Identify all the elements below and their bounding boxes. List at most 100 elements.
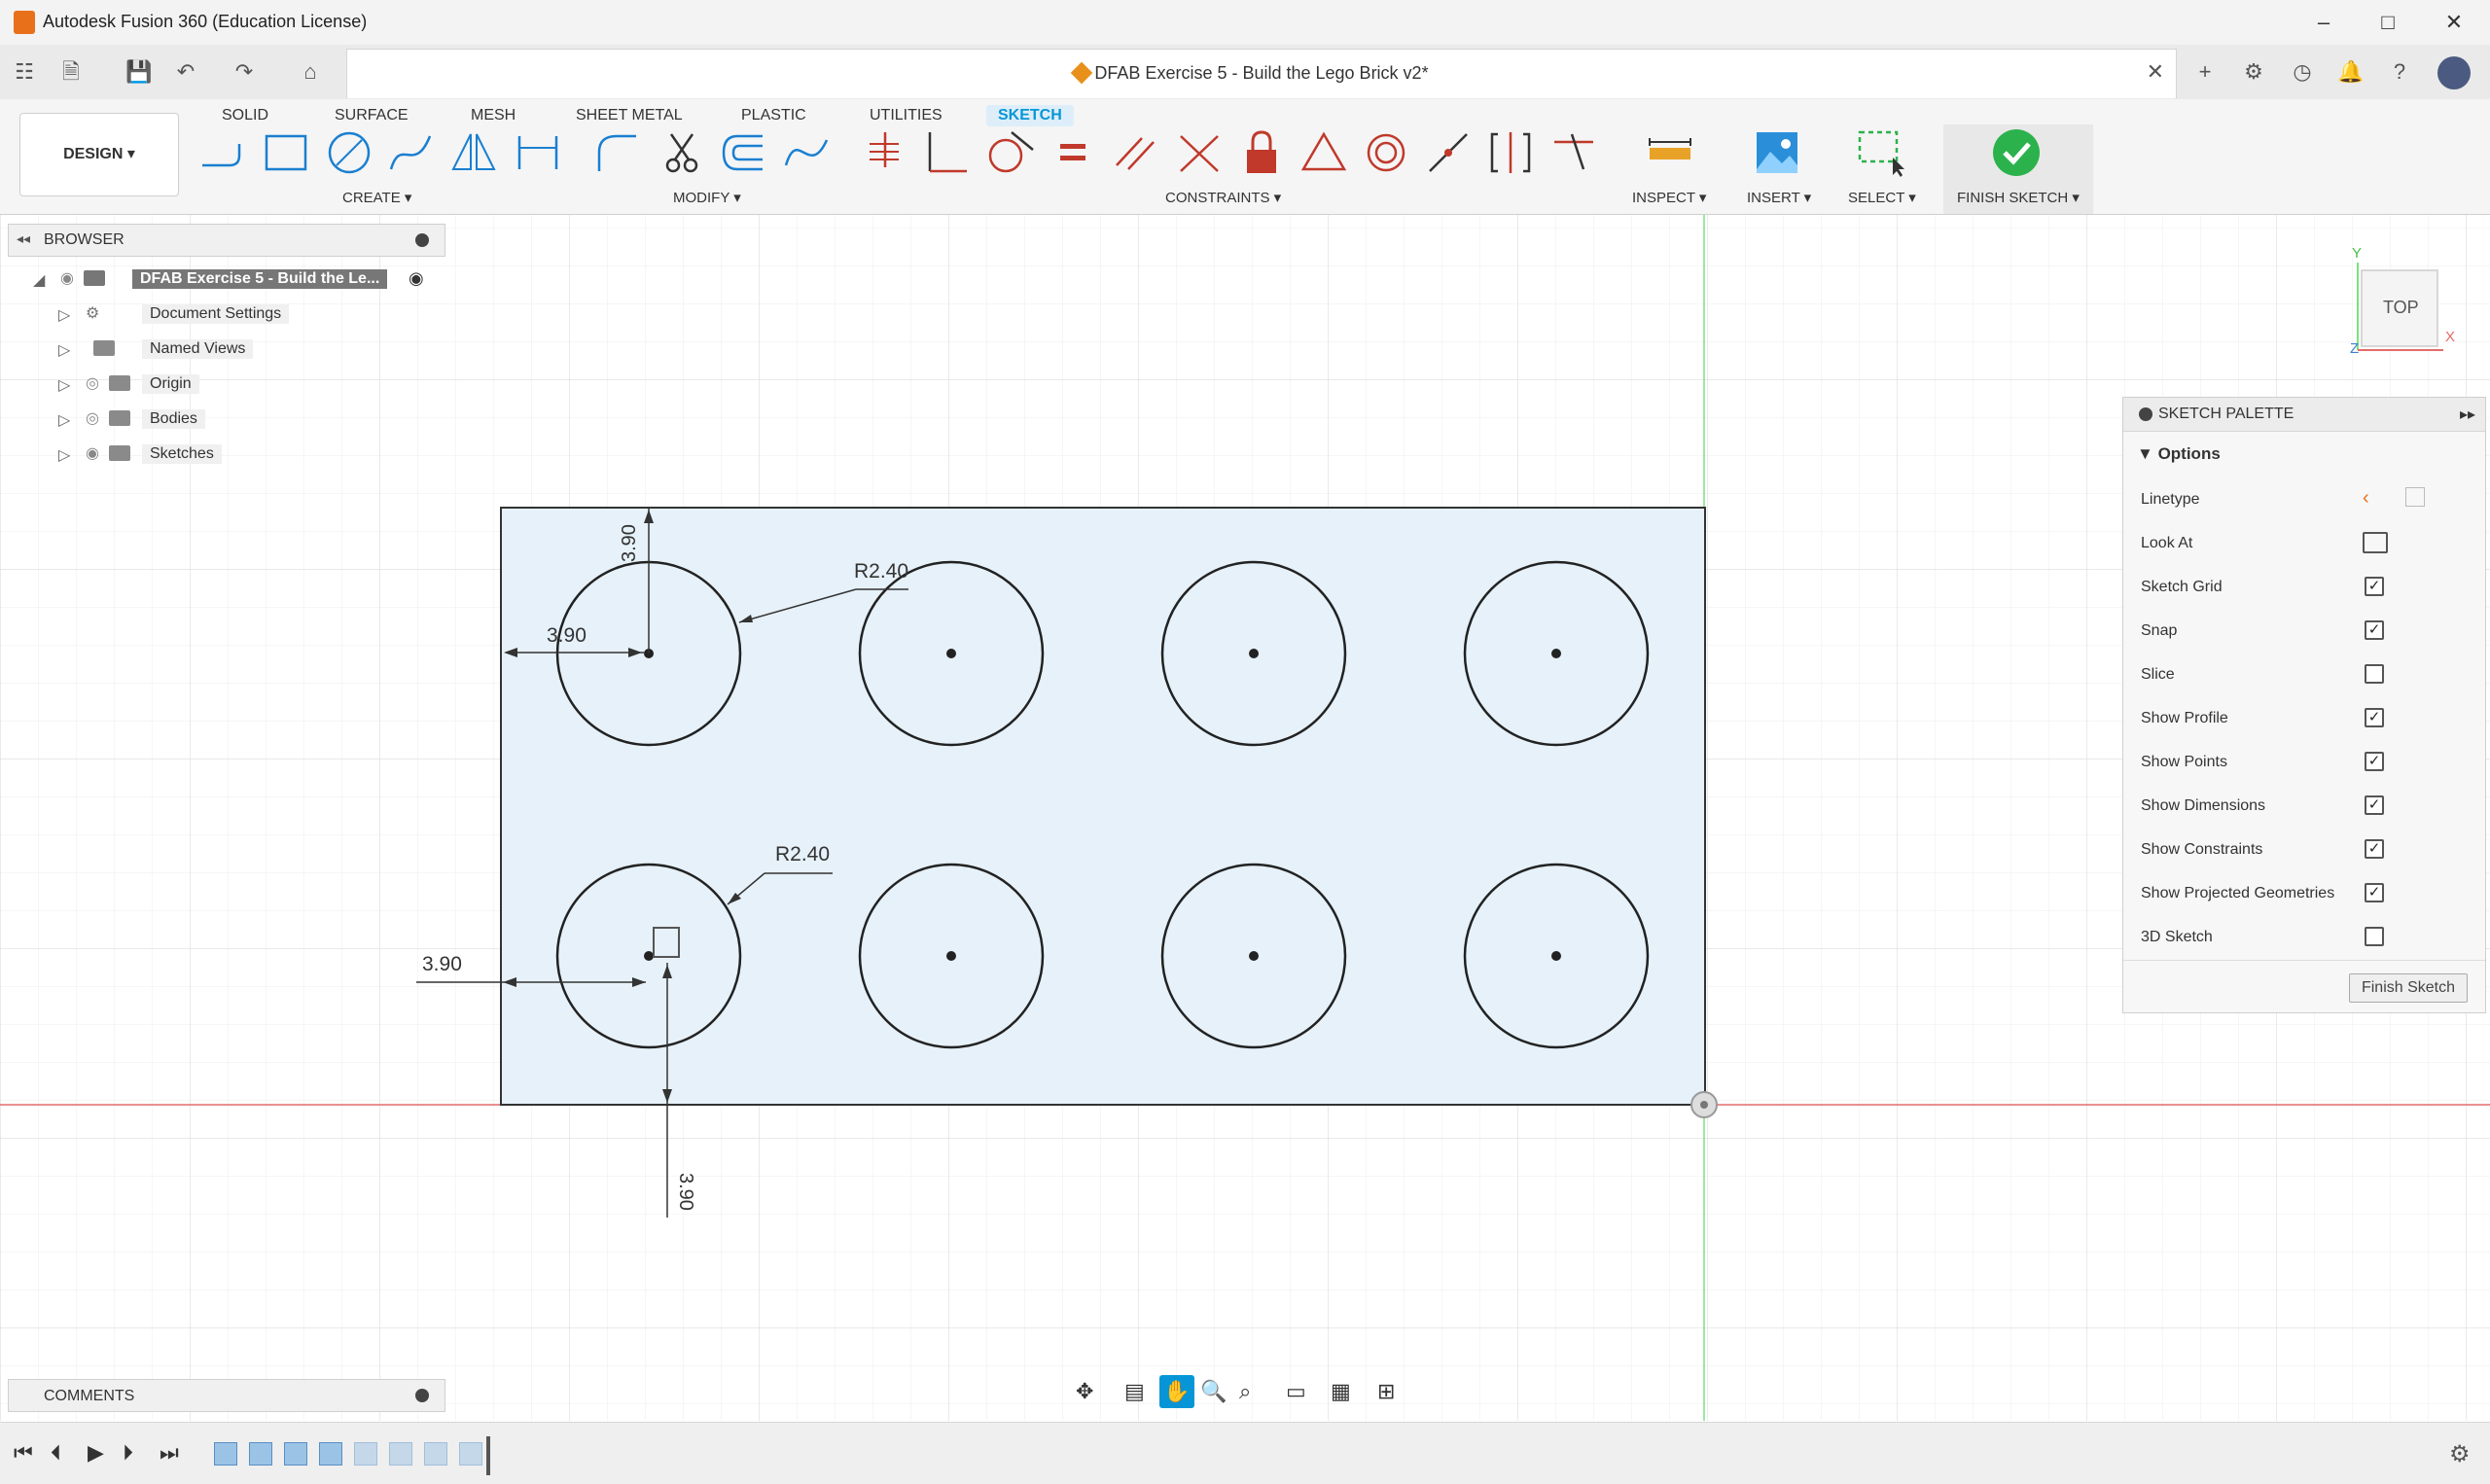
perpendicular-icon[interactable] [920, 126, 973, 179]
file-menu-icon[interactable]: 🗎 [56, 58, 86, 86]
visibility-eye-icon[interactable]: ◉ [86, 443, 99, 463]
browser-options-icon[interactable] [415, 233, 429, 247]
close-icon[interactable]: ✕ [2432, 8, 2476, 37]
insert-image-icon[interactable] [1751, 126, 1803, 179]
coincident-icon[interactable] [856, 126, 908, 179]
slice-checkbox[interactable] [2365, 664, 2384, 684]
tab-surface[interactable]: SURFACE [335, 107, 409, 124]
tab-plastic[interactable]: PLASTIC [741, 107, 806, 124]
help-icon[interactable]: ? [2385, 58, 2414, 86]
timeline-marker[interactable] [486, 1436, 490, 1475]
expand-triangle-icon[interactable]: ▷ [58, 340, 70, 360]
viewcube-top-label[interactable]: TOP [2383, 298, 2419, 318]
collapse-browser-icon[interactable]: ◂◂ [17, 230, 30, 247]
horizontal-vertical-icon[interactable] [1484, 126, 1537, 179]
dimension-tool-icon[interactable] [512, 126, 564, 179]
timeline-feature[interactable] [354, 1442, 377, 1466]
select-menu[interactable]: SELECT ▾ [1848, 189, 1916, 206]
dimension-left-offset-top[interactable]: 3.90 [547, 624, 587, 648]
move-tool-icon[interactable] [780, 126, 833, 179]
new-tab-icon[interactable]: + [2190, 58, 2220, 86]
zoom-window-icon[interactable]: ⌕ [1239, 1379, 1251, 1404]
expand-triangle-icon[interactable]: ▷ [58, 305, 70, 325]
circle-tool-icon[interactable] [323, 126, 375, 179]
zoom-icon[interactable]: 🔍 [1200, 1379, 1227, 1404]
tab-solid[interactable]: SOLID [222, 107, 268, 124]
show-points-checkbox[interactable]: ✓ [2365, 752, 2384, 771]
finish-sketch-menu[interactable]: FINISH SKETCH ▾ [1957, 189, 2080, 206]
snap-checkbox[interactable]: ✓ [2365, 620, 2384, 640]
measure-icon[interactable] [1644, 126, 1696, 179]
sketch-palette-header[interactable]: SKETCH PALETTE ▸▸ [2123, 398, 2485, 432]
insert-menu[interactable]: INSERT ▾ [1747, 189, 1811, 206]
add-comment-icon[interactable] [415, 1389, 429, 1402]
3d-sketch-checkbox[interactable] [2365, 927, 2384, 946]
redo-icon[interactable]: ↷ [230, 58, 259, 86]
show-profile-checkbox[interactable]: ✓ [2365, 708, 2384, 727]
close-tab-icon[interactable]: ✕ [2147, 59, 2164, 85]
tab-sketch[interactable]: SKETCH [986, 105, 1074, 126]
collapse-triangle-icon[interactable]: ◢ [33, 270, 45, 290]
look-at-icon[interactable] [2363, 532, 2388, 553]
visibility-eye-icon[interactable]: ◉ [60, 268, 74, 288]
create-menu[interactable]: CREATE ▾ [342, 189, 411, 206]
orbit-icon[interactable]: ✥ [1076, 1379, 1093, 1404]
show-projected-geometries-checkbox[interactable]: ✓ [2365, 883, 2384, 902]
minimize-icon[interactable]: – [2301, 8, 2346, 37]
options-section-toggle[interactable]: ▼ Options [2137, 444, 2221, 464]
display-settings-icon[interactable]: ▭ [1286, 1379, 1306, 1404]
document-tab[interactable]: DFAB Exercise 5 - Build the Lego Brick v… [346, 49, 2177, 98]
extensions-icon[interactable]: ⚙ [2239, 58, 2268, 86]
palette-options-icon[interactable] [2139, 407, 2152, 421]
concentric-icon[interactable] [1360, 126, 1412, 179]
workspace-switcher-button[interactable]: DESIGN ▾ [19, 113, 179, 196]
rectangle-tool-icon[interactable] [261, 126, 313, 179]
fix-lock-icon[interactable] [1235, 126, 1288, 179]
show-constraints-checkbox[interactable]: ✓ [2365, 839, 2384, 859]
browser-panel-header[interactable]: ◂◂ BROWSER [8, 224, 445, 257]
apps-grid-icon[interactable]: ☷ [10, 58, 39, 86]
linetype-centerline-icon[interactable] [2405, 487, 2425, 507]
save-icon[interactable]: 💾 [124, 58, 154, 86]
offset-tool-icon[interactable] [718, 126, 770, 179]
visibility-eye-icon[interactable]: ◎ [86, 408, 99, 428]
dimension-left-offset-bottom[interactable]: 3.90 [422, 953, 462, 976]
timeline-feature[interactable] [214, 1442, 237, 1466]
maximize-icon[interactable]: □ [2366, 8, 2410, 37]
equal-icon[interactable] [1047, 126, 1099, 179]
finish-sketch-check-icon[interactable] [1990, 126, 2043, 179]
grid-settings-icon[interactable]: ▦ [1331, 1379, 1351, 1404]
viewports-icon[interactable]: ⊞ [1377, 1379, 1395, 1404]
expand-triangle-icon[interactable]: ▷ [58, 375, 70, 395]
sidebar-item-sketches[interactable]: ▷ ◉ Sketches [58, 440, 409, 469]
timeline-feature[interactable] [424, 1442, 447, 1466]
sidebar-item-origin[interactable]: ▷ ◎ Origin [58, 370, 409, 399]
go-to-end-icon[interactable]: ⏭ [160, 1440, 179, 1466]
dimension-top-offset[interactable]: 3.90 [619, 524, 641, 562]
notifications-icon[interactable]: 🔔 [2336, 58, 2366, 86]
pan-hand-icon[interactable]: ✋ [1159, 1375, 1194, 1408]
curvature-icon[interactable] [1548, 126, 1601, 179]
activate-radio-icon[interactable]: ◉ [409, 268, 424, 289]
comments-panel-header[interactable]: COMMENTS [8, 1379, 445, 1412]
timeline-feature[interactable] [249, 1442, 272, 1466]
tangent-icon[interactable] [982, 126, 1035, 179]
select-box-icon[interactable] [1854, 126, 1906, 179]
trim-tool-icon[interactable] [656, 126, 708, 179]
show-dimensions-checkbox[interactable]: ✓ [2365, 795, 2384, 815]
dimension-radius-top[interactable]: R2.40 [854, 560, 908, 583]
timeline-feature[interactable] [389, 1442, 412, 1466]
job-status-icon[interactable]: ◷ [2288, 58, 2317, 86]
modify-menu[interactable]: MODIFY ▾ [673, 189, 741, 206]
tab-mesh[interactable]: MESH [471, 107, 516, 124]
tab-sheet-metal[interactable]: SHEET METAL [576, 107, 683, 124]
sidebar-item-named-views[interactable]: ▷ Named Views [58, 335, 409, 364]
expand-triangle-icon[interactable]: ▷ [58, 410, 70, 430]
parallel-icon[interactable] [1109, 126, 1161, 179]
midpoint-icon[interactable] [1173, 126, 1226, 179]
constraints-menu[interactable]: CONSTRAINTS ▾ [1165, 189, 1281, 206]
finish-sketch-button[interactable]: Finish Sketch [2349, 973, 2468, 1003]
timeline-settings-gear-icon[interactable]: ⚙ [2449, 1440, 2471, 1468]
undo-icon[interactable]: ↶ [171, 58, 200, 86]
expand-triangle-icon[interactable]: ▷ [58, 445, 70, 465]
